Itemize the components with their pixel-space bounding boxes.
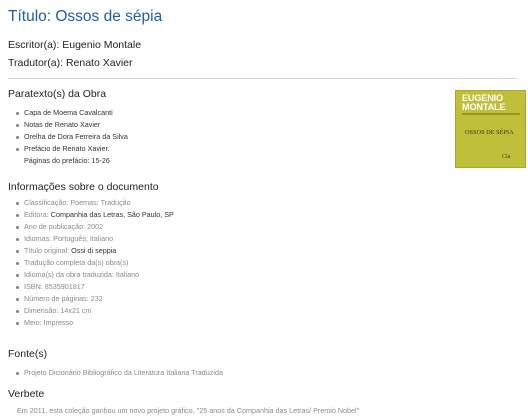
list-item: Número de páginas: 232 [16, 293, 174, 305]
sources-list: Projeto Dicionário Bibliográfico da Lite… [8, 367, 223, 379]
document-info-list: Classificação: Poemas; Tradução Editora:… [8, 197, 174, 329]
sources-heading: Fonte(s) [8, 348, 48, 360]
list-item: Título original: Ossi di seppia [16, 245, 174, 257]
author-line: Escritor(a): Eugenio Montale [8, 39, 142, 51]
entry-heading: Verbete [8, 388, 45, 400]
translator-line: Tradutor(a): Renato Xavier [8, 57, 133, 69]
list-item: Notas de Renato Xavier [16, 119, 128, 131]
document-info-heading: Informações sobre o documento [8, 181, 159, 193]
list-item: Meio: Impresso [16, 317, 174, 329]
list-item: Editora: Companhia das Letras, São Paulo… [16, 210, 174, 219]
list-item: Tradução completa da(s) obra(s) [16, 257, 174, 269]
list-item: Ano de publicação: 2002 [16, 221, 174, 233]
publisher-link[interactable]: Companhia das Letras, São Paulo, SP [51, 210, 174, 219]
list-item: Prefácio de Renato Xavier. [16, 143, 128, 155]
preface-pages-text: Páginas do prefácio: 15-26 [24, 156, 110, 165]
paratexts-list: Capa de Moema Cavalcanti Notas de Renato… [8, 107, 128, 167]
book-cover-image: EUGENIO MONTALE OSSOS DE SÉPIA Cia [455, 90, 526, 168]
list-item: Capa de Moema Cavalcanti [16, 107, 128, 119]
list-item: ISBN: 8535901817 [16, 281, 174, 293]
list-item: Projeto Dicionário Bibliográfico da Lite… [16, 368, 223, 377]
page-title: Título: Ossos de sépia [8, 8, 163, 25]
cover-band [462, 113, 520, 115]
section-divider [8, 78, 518, 79]
entry-text: Em 2011, esta coleção ganhou um novo pro… [17, 406, 360, 415]
list-item: Orelha de Dora Ferreira da Silva [16, 132, 128, 141]
list-item: Classificação: Poemas; Tradução [16, 197, 174, 209]
list-item: Dimensão: 14x21 cm [16, 305, 174, 317]
cover-title: OSSOS DE SÉPIA [465, 129, 514, 136]
paratexts-heading: Paratexto(s) da Obra [8, 88, 107, 100]
cover-author: EUGENIO MONTALE [462, 93, 506, 112]
list-item: Idioma(s) da obra traduzida: Italiano [16, 269, 174, 281]
original-title-value: Ossi di seppia [71, 246, 117, 255]
publisher-logo: Cia [502, 154, 511, 160]
list-item: Idiomas: Português; Italiano [16, 233, 174, 245]
